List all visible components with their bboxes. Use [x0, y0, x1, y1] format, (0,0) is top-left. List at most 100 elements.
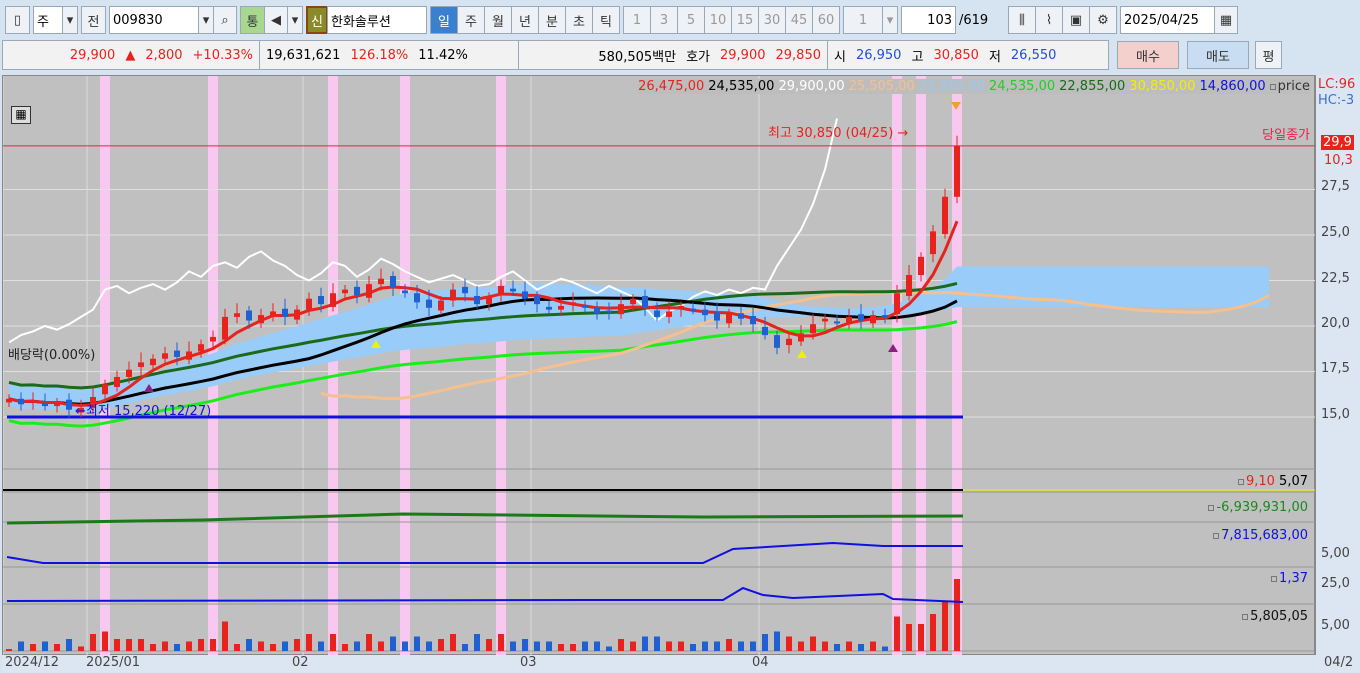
candle-body [150, 358, 156, 366]
avg-button[interactable]: 평 [1255, 41, 1282, 69]
candle-body [174, 350, 180, 357]
credit-badge[interactable]: 신 [306, 6, 328, 34]
save-icon[interactable]: ▣ [1062, 6, 1090, 34]
tong-button[interactable]: 통 [240, 6, 265, 34]
minute-30[interactable]: 30 [758, 6, 786, 34]
code-input[interactable]: 009830 [109, 6, 199, 34]
axis-tick: 25,0 [1321, 576, 1350, 591]
panel1-value-b: 5,07 [1279, 474, 1308, 489]
indicator-add-icon[interactable]: ⌇ [1035, 6, 1063, 34]
dividend-label: 배당락(0.00%) [8, 348, 96, 363]
candle-body [774, 335, 780, 348]
volume-bar [666, 641, 672, 651]
x-label: 03 [520, 655, 537, 670]
volume-bar [210, 639, 216, 651]
volume-bar [906, 624, 912, 651]
candle-body [42, 403, 48, 407]
legend-value: 14,860,00 [1199, 79, 1266, 94]
volume-bar [222, 621, 228, 651]
volume-bar [942, 601, 948, 651]
chevron-down-icon[interactable]: ▾ [62, 6, 78, 34]
volume-bar [486, 639, 492, 651]
candle-body [138, 362, 144, 367]
sell-button[interactable]: 매도 [1187, 41, 1249, 69]
candle-body [66, 399, 72, 410]
calendar-icon[interactable]: ▦ [1214, 6, 1238, 34]
date-axis: 2024/12 2025/01 02 03 04 04/2 [2, 655, 1360, 673]
volume-bar [714, 641, 720, 651]
x-label: 2024/12 [5, 655, 60, 670]
signal-icon [797, 350, 807, 358]
minute-10[interactable]: 10 [704, 6, 732, 34]
candle-add-icon[interactable]: ⫼ [1008, 6, 1036, 34]
ichimoku-cloud [9, 266, 1269, 412]
volume-bar [78, 646, 84, 651]
candle-body [30, 400, 36, 403]
gear-icon[interactable]: ⚙ [1089, 6, 1117, 34]
candle-body [246, 310, 252, 321]
tab-tick[interactable]: 틱 [592, 6, 620, 34]
lc-label: LC:96 [1318, 77, 1356, 92]
candle-body [270, 311, 276, 316]
volume-bar [438, 639, 444, 651]
volume-bar [630, 641, 636, 651]
minute-1[interactable]: 1 [623, 6, 651, 34]
bar-count-input[interactable]: 103 [901, 6, 956, 34]
volume-bar [510, 641, 516, 651]
table-icon[interactable]: ▦ [11, 106, 31, 124]
candle-body [726, 313, 732, 324]
price-axis: LC:96 HC:-3 29,9 10,3 27,5 25,0 22,5 20,… [1315, 75, 1360, 655]
volume-bar [330, 634, 336, 651]
panel3-value: 7,815,683,00 [1221, 528, 1308, 543]
date-input[interactable]: 2025/04/25 [1120, 6, 1215, 34]
volume-bar [582, 641, 588, 651]
tab-day[interactable]: 일 [430, 6, 458, 34]
unit-select[interactable]: 1 [843, 6, 883, 34]
tab-minute[interactable]: 분 [538, 6, 566, 34]
chart-canvas [3, 76, 1316, 656]
tab-week[interactable]: 주 [457, 6, 485, 34]
volume-bar [750, 641, 756, 651]
chevron-down-icon[interactable]: ▾ [198, 6, 214, 34]
volume-bar [270, 644, 276, 651]
tab-second[interactable]: 초 [565, 6, 593, 34]
minute-45[interactable]: 45 [785, 6, 813, 34]
buy-button[interactable]: 매수 [1117, 41, 1179, 69]
volume-bar [414, 636, 420, 651]
market-select[interactable]: 주 [33, 6, 63, 34]
volume-bar [90, 634, 96, 651]
candle-body [906, 275, 912, 296]
close-line-label: 당일종가 [1262, 128, 1310, 143]
volume-bar [126, 639, 132, 651]
candle-body [186, 351, 192, 360]
tab-month[interactable]: 월 [484, 6, 512, 34]
bar-total: /619 [959, 12, 989, 28]
legend-value: 25,505,00 [848, 79, 915, 94]
high-price: 30,850 [933, 47, 979, 63]
speaker-icon[interactable]: ◀ [264, 6, 288, 34]
search-icon[interactable]: ⌕ [213, 6, 237, 34]
candle-body [942, 196, 948, 235]
panel-toggle-icon[interactable]: ▯ [5, 6, 30, 34]
panel3-line [6, 541, 963, 564]
high-label: 고 [911, 49, 924, 65]
volume-bar [774, 631, 780, 651]
bid-price: 29,850 [775, 47, 822, 63]
volume-bar [726, 639, 732, 651]
minute-60[interactable]: 60 [812, 6, 840, 34]
chevron-down-icon[interactable]: ▾ [287, 6, 303, 34]
chevron-down-icon[interactable]: ▾ [882, 6, 898, 34]
minute-15[interactable]: 15 [731, 6, 759, 34]
minute-5[interactable]: 5 [677, 6, 705, 34]
volume-bar [918, 624, 924, 651]
volume-bar [642, 636, 648, 651]
minute-3[interactable]: 3 [650, 6, 678, 34]
volume-bar [198, 639, 204, 651]
candle-body [738, 313, 744, 319]
chart-area[interactable]: 26,475,00 24,535,00 29,900,00 25,505,00 … [2, 75, 1316, 656]
tab-year[interactable]: 년 [511, 6, 539, 34]
candle-body [858, 314, 864, 321]
stock-name-field[interactable]: 한화솔루션 [327, 6, 427, 34]
volume-bar [786, 636, 792, 651]
prev-button[interactable]: 전 [81, 6, 106, 34]
